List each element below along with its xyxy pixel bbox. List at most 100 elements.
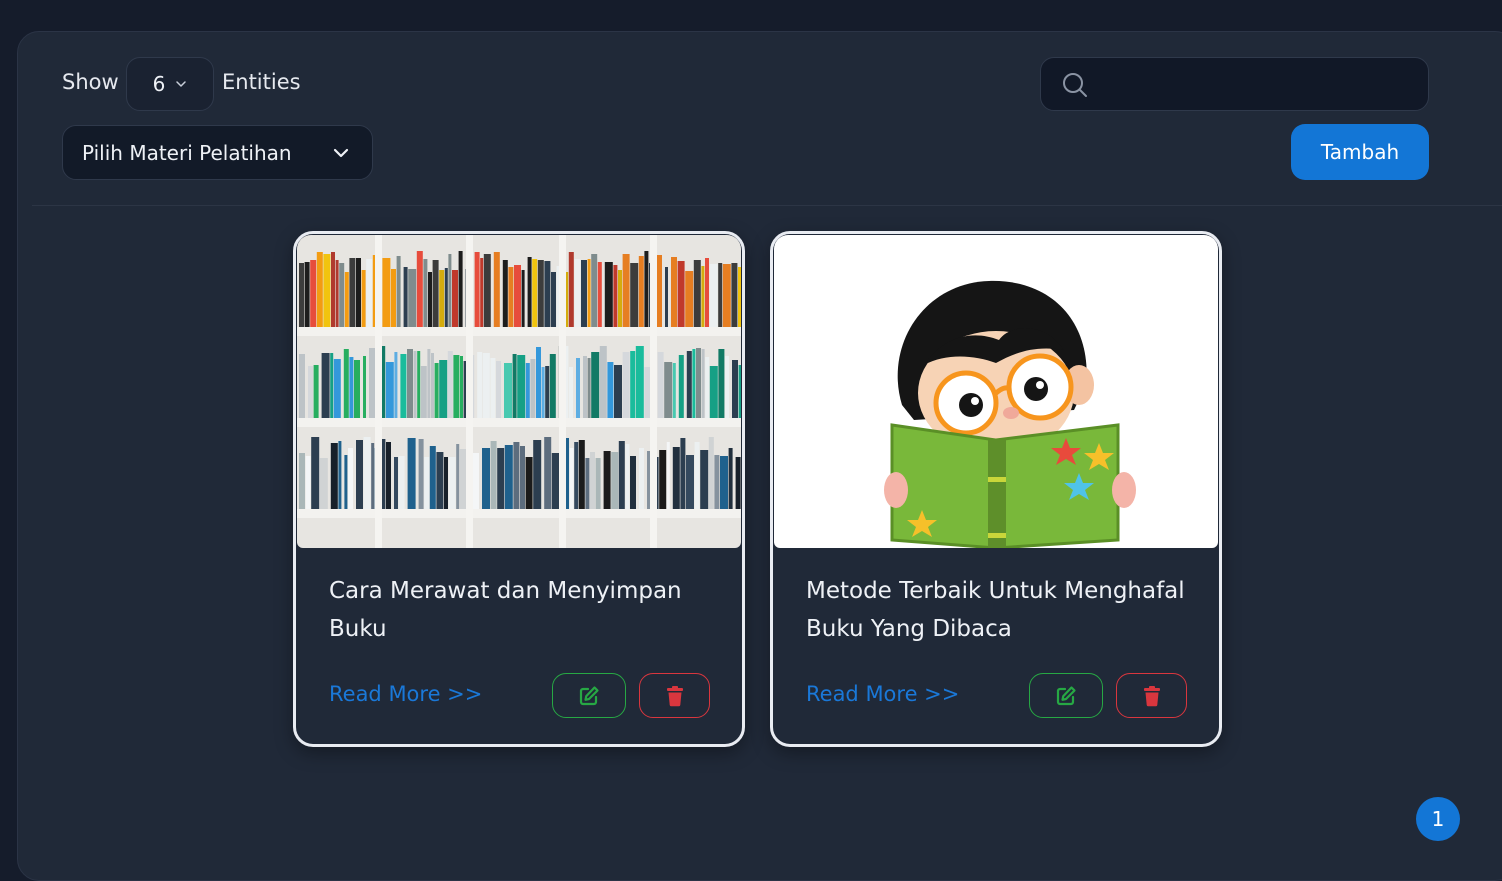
book-spine [720, 456, 728, 509]
book-spine [731, 263, 738, 327]
book-spine [735, 457, 741, 509]
book-spine [581, 260, 587, 327]
article-card: Cara Merawat dan Menyimpan Buku Read Mor… [293, 231, 745, 747]
book-spine [366, 259, 373, 327]
book-spine [607, 362, 614, 418]
book-spine [474, 252, 480, 327]
book-spine [549, 354, 556, 418]
book-spine [692, 349, 696, 418]
read-more-link[interactable]: Read More >> [329, 682, 482, 706]
book-spine [313, 365, 319, 418]
edit-button[interactable] [552, 673, 626, 718]
book-spine [436, 452, 444, 509]
book-spine [428, 272, 432, 327]
book-spine [452, 270, 458, 327]
book-spine [458, 251, 463, 327]
book-spine [693, 260, 701, 327]
bookshelf-image [297, 235, 741, 548]
book-spine [482, 353, 490, 418]
delete-button[interactable] [1116, 673, 1187, 718]
book-spine [416, 251, 423, 327]
book-spine [432, 260, 439, 327]
book-spine [574, 442, 579, 509]
book-spine [680, 438, 686, 509]
book-spine [665, 267, 668, 327]
book-spine [407, 438, 416, 509]
book-spine [544, 261, 551, 327]
book-spine [483, 254, 491, 327]
book-spine [604, 262, 613, 327]
add-button[interactable]: Tambah [1291, 124, 1429, 180]
book-spine [595, 458, 601, 509]
book-spine [363, 356, 366, 418]
book-spine [349, 357, 354, 418]
book-spine [644, 251, 649, 327]
book-spine [417, 351, 421, 418]
book-spine [330, 443, 338, 509]
book-spine [685, 271, 694, 327]
search-box[interactable] [1040, 57, 1429, 112]
book-spine [613, 265, 618, 327]
book-spine [622, 254, 630, 327]
book-spine [574, 259, 581, 327]
book-spine [460, 356, 463, 418]
entries-per-page-select[interactable]: 6 [126, 57, 214, 111]
book-spine [672, 447, 680, 509]
bookshelf-photo [297, 235, 741, 548]
book-spine [348, 448, 353, 509]
book-spine [424, 457, 430, 509]
chevron-down-icon [333, 148, 349, 158]
book-spine [635, 346, 644, 418]
book-spine [504, 445, 513, 509]
book-spine [439, 360, 448, 418]
book-spine [625, 444, 630, 509]
book-spine [544, 437, 552, 509]
book-spine [330, 353, 334, 418]
book-spine [396, 256, 401, 327]
book-spine [323, 254, 331, 327]
book-spine [356, 258, 361, 327]
book-spine [585, 458, 590, 509]
book-spine [319, 458, 328, 509]
read-more-link[interactable]: Read More >> [806, 682, 959, 706]
book-spine [597, 262, 602, 327]
search-input[interactable] [1105, 58, 1419, 112]
book-spine [439, 270, 445, 327]
book-spine [614, 365, 622, 418]
book-spine [338, 441, 342, 509]
edit-icon [579, 685, 599, 705]
delete-button[interactable] [639, 673, 710, 718]
entries-per-page-value: 6 [152, 72, 166, 96]
book-spine [407, 349, 413, 418]
book-spine [391, 269, 396, 327]
book-spine [444, 457, 448, 509]
book-spine [394, 352, 398, 418]
book-spine [659, 450, 667, 509]
book-spine [321, 353, 330, 418]
book-spine [343, 349, 349, 418]
card-title: Cara Merawat dan Menyimpan Buku [329, 578, 682, 642]
book-spine [418, 439, 424, 509]
book-spine [551, 272, 556, 327]
book-spine [708, 437, 714, 509]
book-spine [308, 366, 313, 418]
edit-button[interactable] [1029, 673, 1103, 718]
book-spine [657, 255, 662, 327]
child-reading-image [774, 235, 1218, 548]
book-spine [427, 349, 431, 418]
pagination-page-button[interactable]: 1 [1416, 797, 1460, 841]
materi-pelatihan-select[interactable]: Pilih Materi Pelatihan [62, 125, 373, 180]
book-spine [447, 351, 453, 418]
book-spine [618, 270, 622, 327]
book-spine [335, 260, 339, 327]
book-spine [363, 437, 371, 509]
book-spine [638, 256, 644, 327]
materi-select-value: Pilih Materi Pelatihan [82, 140, 292, 165]
book-spine [664, 362, 673, 418]
book-spine [514, 265, 521, 327]
book-spine [666, 442, 670, 509]
book-spine [525, 457, 533, 509]
book-spine [453, 355, 460, 418]
search-icon [1063, 73, 1087, 97]
book-spine [502, 260, 508, 327]
